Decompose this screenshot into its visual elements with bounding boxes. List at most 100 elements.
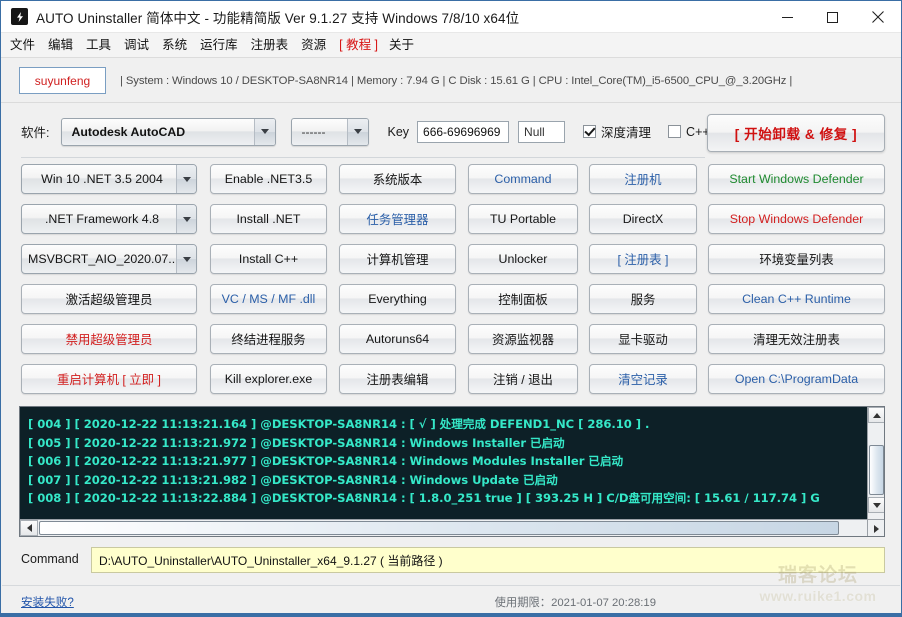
command-path-input[interactable]: D:\AUTO_Uninstaller\AUTO_Uninstaller_x64… — [91, 547, 885, 573]
close-button[interactable] — [855, 1, 901, 33]
log-line: [ 007 ] [ 2020-12-22 11:13:21.982 ] @DES… — [28, 472, 558, 487]
null-input[interactable]: Null — [518, 120, 566, 143]
menu-item-registry[interactable]: 注册表 — [251, 33, 289, 58]
menu-item-tutorial[interactable]: [ 教程 ] — [339, 33, 378, 58]
triangle-left-icon — [26, 524, 32, 532]
clear-log-button[interactable]: 清空记录 — [589, 364, 697, 394]
clean-cpp-runtime-button[interactable]: Clean C++ Runtime — [708, 284, 885, 314]
task-manager-button[interactable]: 任务管理器 — [339, 204, 456, 234]
window-controls — [765, 1, 901, 33]
stop-windows-defender-button[interactable]: Stop Windows Defender — [708, 204, 885, 234]
menu-item-debug[interactable]: 调试 — [124, 33, 149, 58]
maximize-button[interactable] — [810, 1, 855, 33]
key-input[interactable]: 666-69696969 — [417, 120, 510, 143]
install-failed-link[interactable]: 安装失败? — [21, 594, 74, 610]
menu-item-resources[interactable]: 资源 — [301, 33, 326, 58]
window-title: AUTO Uninstaller 简体中文 - 功能精简版 Ver 9.1.27… — [36, 10, 520, 26]
directx-button[interactable]: DirectX — [589, 204, 697, 234]
action-button-grid: Win 10 .NET 3.5 2004 Enable .NET3.5 系统版本… — [1, 161, 901, 401]
horizontal-scroll-thumb[interactable] — [39, 521, 839, 535]
application-window: AUTO Uninstaller 简体中文 - 功能精简版 Ver 9.1.27… — [0, 0, 902, 617]
log-console-lines: [ 004 ] [ 2020-12-22 11:13:21.164 ] @DES… — [20, 410, 852, 520]
disable-super-admin-button[interactable]: 禁用超级管理员 — [21, 324, 197, 354]
menu-item-edit[interactable]: 编辑 — [48, 33, 73, 58]
scroll-down-button[interactable] — [868, 497, 884, 513]
divider — [21, 157, 705, 158]
msvbcrt-dropdown[interactable]: MSVBCRT_AIO_2020.07.... — [21, 244, 197, 274]
start-uninstall-repair-button[interactable]: [ 开始卸载 & 修复 ] — [707, 114, 885, 152]
chevron-down-icon — [347, 118, 369, 145]
command-label: Command — [21, 552, 79, 566]
software-dropdown[interactable]: Autodesk AutoCAD — [61, 117, 277, 146]
button-row: Win 10 .NET 3.5 2004 Enable .NET3.5 系统版本… — [1, 161, 901, 201]
enable-dotnet35-button[interactable]: Enable .NET3.5 — [210, 164, 327, 194]
unlocker-button[interactable]: Unlocker — [468, 244, 578, 274]
button-row: 禁用超级管理员 终结进程服务 Autoruns64 资源监视器 显卡驱动 清理无… — [1, 321, 901, 361]
clean-invalid-registry-button[interactable]: 清理无效注册表 — [708, 324, 885, 354]
software-dropdown-value: Autodesk AutoCAD — [71, 124, 186, 139]
deep-clean-checkbox[interactable] — [583, 125, 597, 138]
open-programdata-button[interactable]: Open C:\ProgramData — [708, 364, 885, 394]
log-console[interactable]: [ 004 ] [ 2020-12-22 11:13:21.164 ] @DES… — [19, 406, 885, 537]
resource-monitor-button[interactable]: 资源监视器 — [468, 324, 578, 354]
console-horizontal-scrollbar[interactable] — [20, 519, 869, 536]
dropdown-value: Win 10 .NET 3.5 2004 — [41, 172, 163, 186]
triangle-down-icon — [872, 502, 881, 508]
scroll-up-button[interactable] — [868, 407, 884, 423]
chevron-down-icon — [176, 165, 196, 193]
deep-clean-checkbox-wrap[interactable]: 深度清理 — [583, 122, 651, 141]
key-label: Key — [387, 124, 410, 139]
dotnet35-version-dropdown[interactable]: Win 10 .NET 3.5 2004 — [21, 164, 197, 194]
menu-item-tools[interactable]: 工具 — [86, 33, 111, 58]
vc-ms-mf-dll-button[interactable]: VC / MS / MF .dll — [210, 284, 327, 314]
triangle-up-icon — [872, 412, 881, 418]
control-panel-button[interactable]: 控制面板 — [468, 284, 578, 314]
username-field[interactable]: suyunfeng — [19, 67, 106, 94]
system-info-bar: suyunfeng | System : Windows 10 / DESKTO… — [1, 59, 901, 103]
logoff-exit-button[interactable]: 注销 / 退出 — [468, 364, 578, 394]
keygen-button[interactable]: 注册机 — [589, 164, 697, 194]
license-expiry-text: 使用期限：2021-01-07 20:28:19 — [494, 597, 656, 609]
dropdown-value: MSVBCRT_AIO_2020.07.... — [28, 252, 176, 266]
chevron-down-icon — [254, 118, 276, 145]
scroll-right-button[interactable] — [868, 520, 884, 536]
everything-button[interactable]: Everything — [339, 284, 456, 314]
dotnet-framework-dropdown[interactable]: .NET Framework 4.8 — [21, 204, 197, 234]
log-line: [ 006 ] [ 2020-12-22 11:13:21.977 ] @DES… — [28, 454, 624, 468]
minimize-button[interactable] — [765, 1, 810, 33]
button-row: MSVBCRT_AIO_2020.07.... Install C++ 计算机管… — [1, 241, 901, 281]
graphics-driver-button[interactable]: 显卡驱动 — [589, 324, 697, 354]
menu-item-runtime[interactable]: 运行库 — [200, 33, 238, 58]
menu-item-about[interactable]: 关于 — [389, 33, 414, 58]
kill-explorer-button[interactable]: Kill explorer.exe — [210, 364, 327, 394]
services-button[interactable]: 服务 — [589, 284, 697, 314]
triangle-right-icon — [874, 524, 879, 533]
registry-button[interactable]: [ 注册表 ] — [589, 244, 697, 274]
chevron-down-icon — [176, 245, 196, 273]
restart-computer-button[interactable]: 重启计算机 [ 立即 ] — [21, 364, 197, 394]
environment-variables-button[interactable]: 环境变量列表 — [708, 244, 885, 274]
enable-super-admin-button[interactable]: 激活超级管理员 — [21, 284, 197, 314]
console-vertical-scrollbar[interactable] — [867, 407, 884, 521]
log-line: [ 004 ] [ 2020-12-22 11:13:21.164 ] @DES… — [28, 417, 650, 431]
scroll-left-button[interactable] — [20, 520, 38, 536]
start-windows-defender-button[interactable]: Start Windows Defender — [708, 164, 885, 194]
command-button[interactable]: Command — [468, 164, 578, 194]
button-row: 重启计算机 [ 立即 ] Kill explorer.exe 注册表编辑 注销 … — [1, 361, 901, 401]
install-dotnet-button[interactable]: Install .NET — [210, 204, 327, 234]
install-cpp-button[interactable]: Install C++ — [210, 244, 327, 274]
cpp-checkbox[interactable] — [668, 125, 682, 138]
kill-process-service-button[interactable]: 终结进程服务 — [210, 324, 327, 354]
window-bottom-edge — [1, 613, 901, 616]
autoruns64-button[interactable]: Autoruns64 — [339, 324, 456, 354]
tu-portable-button[interactable]: TU Portable — [468, 204, 578, 234]
cpp-checkbox-wrap[interactable]: C++ — [668, 125, 710, 139]
menu-item-file[interactable]: 文件 — [10, 33, 35, 58]
computer-management-button[interactable]: 计算机管理 — [339, 244, 456, 274]
menu-item-system[interactable]: 系统 — [162, 33, 187, 58]
version-dropdown[interactable]: ------ — [291, 117, 370, 146]
vertical-scroll-thumb[interactable] — [869, 445, 884, 495]
system-version-button[interactable]: 系统版本 — [339, 164, 456, 194]
registry-editor-button[interactable]: 注册表编辑 — [339, 364, 456, 394]
chevron-down-icon — [176, 205, 196, 233]
